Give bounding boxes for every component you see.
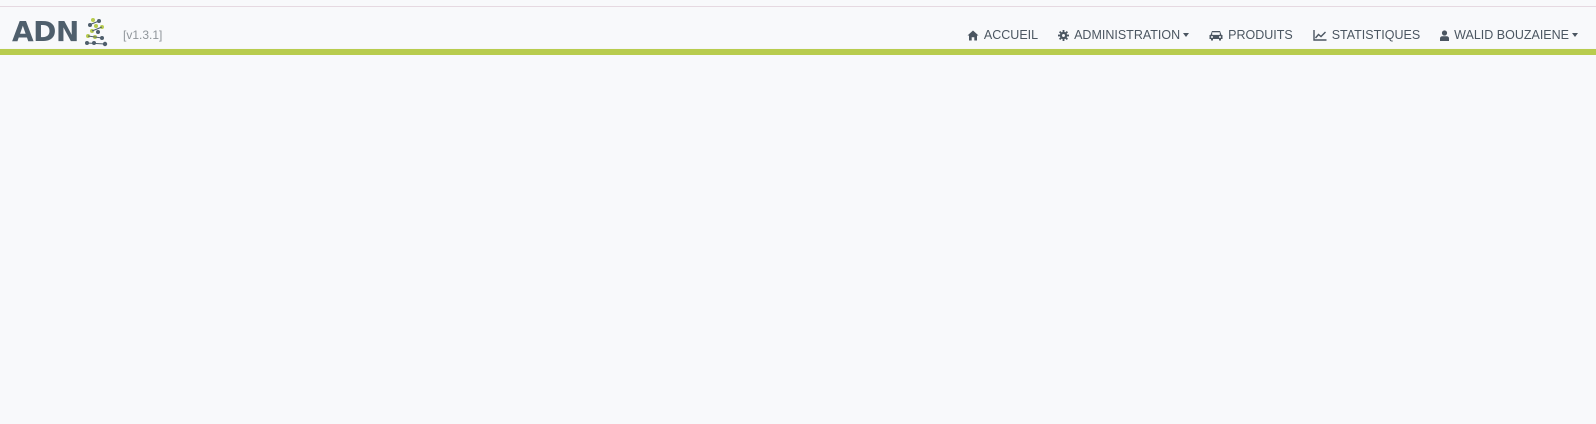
nav-item-administration[interactable]: ADMINISTRATION — [1058, 28, 1190, 42]
line-chart-icon — [1313, 29, 1327, 41]
nav-item-label: STATISTIQUES — [1331, 28, 1421, 42]
nav-item-label: ACCUEIL — [983, 28, 1039, 42]
navbar: ADN [v1.3.1] ACCUEIL ADMINISTRATION PROD… — [0, 7, 1596, 49]
nav-item-label: ADMINISTRATION — [1074, 28, 1181, 42]
nav-item-user-menu[interactable]: WALID BOUZAIENE — [1440, 28, 1578, 42]
brand-name: ADN — [12, 15, 79, 48]
dna-logo-icon — [84, 18, 108, 47]
chevron-down-icon — [1183, 33, 1190, 37]
main-content — [0, 55, 1596, 424]
nav-item-accueil[interactable]: ACCUEIL — [967, 28, 1038, 42]
nav-item-label: WALID BOUZAIENE — [1454, 28, 1569, 42]
chevron-down-icon — [1572, 33, 1578, 37]
app-version: [v1.3.1] — [123, 28, 163, 42]
home-icon — [967, 30, 979, 40]
nav-item-label: PRODUITS — [1228, 28, 1293, 42]
brand-logo-link[interactable]: ADN — [12, 16, 109, 48]
car-icon — [1209, 30, 1223, 40]
nav-item-produits[interactable]: PRODUITS — [1209, 28, 1293, 42]
gear-icon — [1058, 29, 1070, 41]
user-icon — [1440, 29, 1450, 41]
nav-item-statistiques[interactable]: STATISTIQUES — [1313, 28, 1420, 42]
